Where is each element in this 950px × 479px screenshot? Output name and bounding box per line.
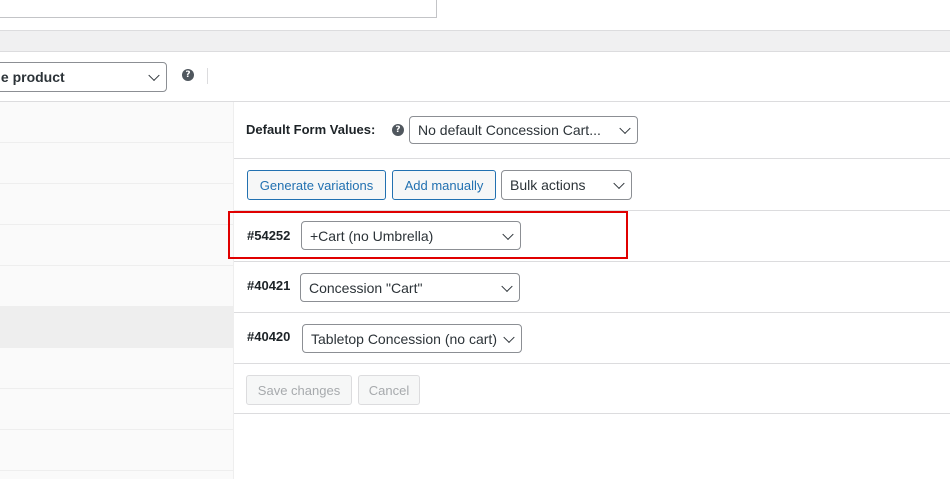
save-changes-button[interactable]: Save changes: [246, 375, 352, 405]
help-icon[interactable]: ?: [182, 69, 194, 81]
variation-attribute-select[interactable]: Concession "Cart": [300, 273, 520, 302]
chevron-down-icon: [148, 69, 160, 82]
tab-shipping[interactable]: [0, 184, 234, 225]
default-form-label: Default Form Values:: [246, 122, 376, 137]
chevron-down-icon: [503, 331, 515, 343]
variation-attribute-value: Tabletop Concession (no cart): [311, 330, 497, 347]
variation-id: #40421: [247, 278, 291, 293]
product-data-tabs: [0, 102, 234, 479]
generate-variations-button[interactable]: Generate variations: [247, 170, 386, 200]
row-divider: [234, 261, 950, 262]
variation-attribute-select[interactable]: Tabletop Concession (no cart): [302, 324, 522, 353]
tab-variations[interactable]: [0, 307, 234, 348]
chevron-down-icon: [501, 280, 513, 292]
tab-extra-1[interactable]: [0, 389, 234, 430]
cancel-button[interactable]: Cancel: [358, 375, 420, 405]
tab-linked-products[interactable]: [0, 225, 234, 266]
variation-id: #40420: [247, 329, 291, 344]
tab-advanced[interactable]: [0, 348, 234, 389]
chevron-down-icon: [619, 122, 631, 135]
bulk-actions-select[interactable]: Bulk actions: [501, 170, 632, 200]
default-form-select-value: No default Concession Cart...: [418, 122, 601, 138]
footer-divider: [234, 413, 950, 414]
panel-header-bar: [0, 30, 950, 52]
highlight-box: [228, 211, 628, 259]
variation-attribute-value: Concession "Cart": [309, 279, 423, 296]
chevron-down-icon: [613, 177, 625, 190]
tab-general[interactable]: [0, 102, 234, 143]
product-type-select[interactable]: le product: [0, 62, 167, 92]
default-form-select[interactable]: No default Concession Cart...: [409, 116, 638, 144]
row-divider: [234, 312, 950, 313]
bulk-actions-value: Bulk actions: [510, 177, 586, 193]
default-form-help-icon[interactable]: ?: [392, 124, 404, 136]
section-divider: [234, 158, 950, 159]
toolbar-separator: [207, 68, 208, 84]
product-type-value: le product: [0, 69, 65, 85]
title-input[interactable]: [0, 0, 437, 18]
tab-extra-2[interactable]: [0, 430, 234, 471]
tab-inventory[interactable]: [0, 143, 234, 184]
row-divider: [234, 363, 950, 364]
tab-attributes[interactable]: [0, 266, 234, 307]
add-manually-button[interactable]: Add manually: [392, 170, 496, 200]
